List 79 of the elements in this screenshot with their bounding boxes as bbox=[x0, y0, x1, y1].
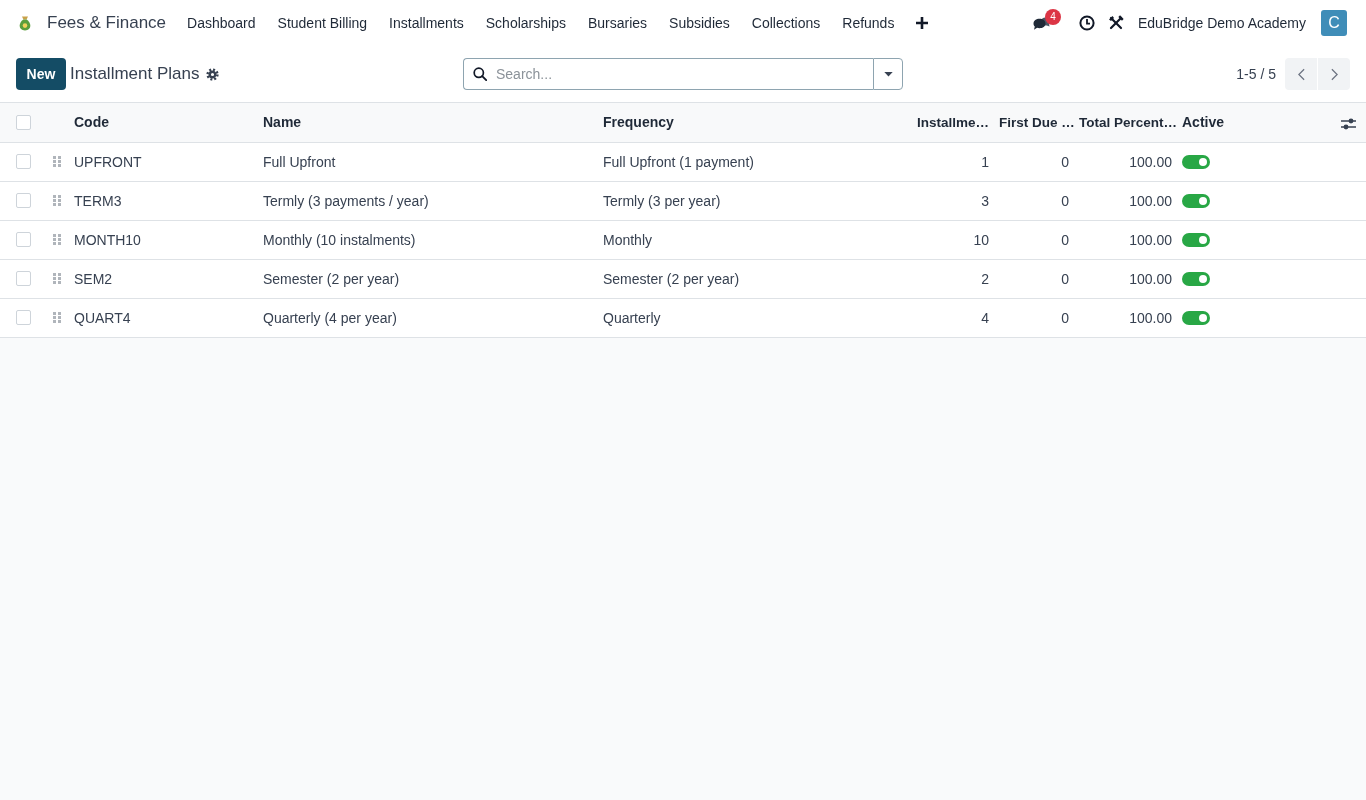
table-cell: Semester (2 per year) bbox=[595, 259, 889, 298]
table-cell: MONTH10 bbox=[66, 220, 255, 259]
table-cell: Termly (3 per year) bbox=[595, 181, 889, 220]
settings-icon[interactable] bbox=[206, 67, 220, 81]
row-checkbox[interactable] bbox=[16, 193, 31, 208]
table-cell: Monthly bbox=[595, 220, 889, 259]
drag-handle-icon[interactable] bbox=[53, 312, 61, 323]
table-cell: 0 bbox=[997, 259, 1077, 298]
table-cell: 0 bbox=[997, 220, 1077, 259]
app-name-link[interactable]: Fees & Finance bbox=[47, 13, 167, 33]
row-checkbox[interactable] bbox=[16, 310, 31, 325]
table-cell: Full Upfront bbox=[255, 142, 595, 181]
page-title: Installment Plans bbox=[70, 64, 200, 84]
table-cell: 100.00 bbox=[1077, 220, 1180, 259]
drag-handle-icon[interactable] bbox=[53, 273, 61, 284]
active-toggle[interactable] bbox=[1182, 310, 1210, 325]
menu-item[interactable]: Refunds bbox=[831, 15, 906, 31]
row-checkbox[interactable] bbox=[16, 232, 31, 247]
search-field[interactable]: Search... bbox=[463, 58, 873, 90]
search-options-button[interactable] bbox=[873, 58, 903, 90]
table-cell: 4 bbox=[889, 298, 997, 337]
menu-item[interactable]: Scholarships bbox=[474, 15, 577, 31]
table-cell: Full Upfront (1 payment) bbox=[595, 142, 889, 181]
menu-item[interactable]: Collections bbox=[740, 15, 832, 31]
table-cell: 1 bbox=[889, 142, 997, 181]
row-checkbox[interactable] bbox=[16, 154, 31, 169]
next-page-button[interactable] bbox=[1318, 58, 1350, 90]
table-cell: Semester (2 per year) bbox=[255, 259, 595, 298]
table-cell: Quarterly bbox=[595, 298, 889, 337]
caret-icon bbox=[883, 71, 893, 77]
table-cell: TERM3 bbox=[66, 181, 255, 220]
table-cell: 0 bbox=[997, 298, 1077, 337]
table-cell: UPFRONT bbox=[66, 142, 255, 181]
drag-handle-icon[interactable] bbox=[53, 156, 61, 167]
table-cell: Quarterly (4 per year) bbox=[255, 298, 595, 337]
menu-item[interactable]: Installments bbox=[378, 15, 475, 31]
active-toggle[interactable] bbox=[1182, 271, 1210, 286]
table-cell: 100.00 bbox=[1077, 181, 1180, 220]
column-header[interactable]: Frequency bbox=[603, 114, 674, 131]
search-icon bbox=[473, 67, 487, 81]
clock-icon[interactable] bbox=[1078, 15, 1095, 31]
select-all-checkbox[interactable] bbox=[16, 114, 31, 130]
chevron-right-icon bbox=[1330, 67, 1338, 81]
column-header[interactable]: Active bbox=[1182, 114, 1225, 131]
active-toggle[interactable] bbox=[1182, 154, 1210, 169]
active-toggle[interactable] bbox=[1182, 193, 1210, 208]
active-toggle[interactable] bbox=[1182, 232, 1210, 247]
drag-handle-icon[interactable] bbox=[53, 234, 61, 245]
pager-value[interactable]: 1-5 / 5 bbox=[1236, 66, 1276, 82]
chevron-left-icon bbox=[1297, 67, 1305, 81]
user-avatar[interactable]: C bbox=[1321, 10, 1347, 36]
menu-item[interactable]: Student Billing bbox=[266, 15, 379, 31]
table-cell: 3 bbox=[889, 181, 997, 220]
new-button[interactable]: New bbox=[16, 58, 66, 90]
menu-item[interactable]: Dashboard bbox=[176, 15, 267, 31]
menu-item[interactable]: Subsidies bbox=[658, 15, 741, 31]
previous-page-button[interactable] bbox=[1285, 58, 1317, 90]
table-cell: 100.00 bbox=[1077, 298, 1180, 337]
drag-handle-icon[interactable] bbox=[53, 195, 61, 206]
message-count-badge: 4 bbox=[1044, 8, 1061, 25]
table-cell: 10 bbox=[889, 220, 997, 259]
menu-item[interactable]: Bursaries bbox=[576, 15, 659, 31]
table-cell: 0 bbox=[997, 142, 1077, 181]
column-header[interactable]: Code bbox=[74, 114, 109, 131]
company-name[interactable]: EduBridge Demo Academy bbox=[1137, 15, 1306, 31]
plus-icon[interactable] bbox=[916, 17, 929, 29]
table-cell: Termly (3 payments / year) bbox=[255, 181, 595, 220]
bag-icon bbox=[17, 15, 33, 31]
table-cell: 100.00 bbox=[1077, 259, 1180, 298]
table-cell: Monthly (10 instalments) bbox=[255, 220, 595, 259]
sliders-icon[interactable] bbox=[1341, 117, 1356, 130]
table-cell: QUART4 bbox=[66, 298, 255, 337]
column-header[interactable]: Name bbox=[263, 114, 302, 131]
row-checkbox[interactable] bbox=[16, 271, 31, 286]
table-cell: SEM2 bbox=[66, 259, 255, 298]
table-cell: 2 bbox=[889, 259, 997, 298]
tools-icon[interactable] bbox=[1107, 15, 1124, 31]
table-cell: 100.00 bbox=[1077, 142, 1180, 181]
table-cell: 0 bbox=[997, 181, 1077, 220]
